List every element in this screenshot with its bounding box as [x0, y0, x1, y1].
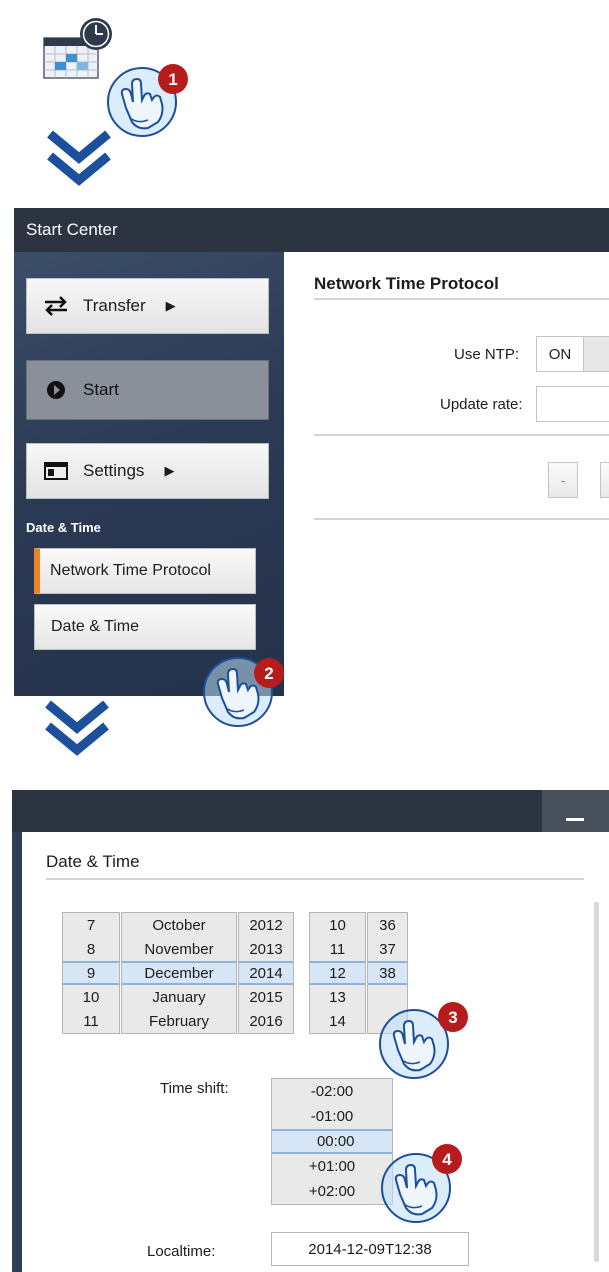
settings-button[interactable]: Settings ▶ — [26, 443, 269, 499]
use-ntp-off-button[interactable] — [583, 336, 609, 372]
year-option-selected[interactable]: 2014 — [239, 961, 293, 985]
chevron-right-icon: ▶ — [165, 298, 176, 313]
sidebar-item-ntp[interactable]: Network Time Protocol — [34, 548, 256, 594]
time-shift-label: Time shift: — [160, 1080, 229, 1097]
day-option[interactable]: 10 — [63, 985, 119, 1009]
start-center-window: Start Center Transfer ▶ Start Settings ▶… — [14, 208, 609, 696]
page-title: Date & Time — [46, 852, 140, 871]
date-time-content: Date & Time — [22, 832, 609, 1272]
play-icon — [43, 380, 69, 400]
callout-badge-1: 1 — [158, 64, 188, 94]
day-option-selected[interactable]: 9 — [63, 961, 119, 985]
callout-badge-4: 4 — [432, 1144, 462, 1174]
svg-text:3: 3 — [448, 1008, 457, 1027]
scrollbar[interactable] — [594, 902, 599, 1262]
divider — [46, 878, 584, 880]
hour-option[interactable]: 11 — [310, 937, 365, 961]
day-picker[interactable]: 7 8 9 10 11 — [62, 912, 120, 1034]
hour-option-selected[interactable]: 12 — [310, 961, 365, 985]
year-option[interactable]: 2015 — [239, 985, 293, 1009]
time-shift-option[interactable]: -01:00 — [272, 1104, 392, 1129]
ntp-content: Network Time Protocol Use NTP: ON Update… — [284, 252, 609, 696]
month-picker[interactable]: October November December January Februa… — [121, 912, 237, 1034]
month-option[interactable]: February — [122, 1009, 236, 1033]
use-ntp-on-button[interactable]: ON — [536, 336, 584, 372]
divider — [314, 298, 609, 300]
step-arrow-icon — [45, 700, 109, 756]
chevron-right-icon: ▶ — [164, 463, 175, 478]
callout-badge-2: 2 — [254, 658, 284, 688]
sidebar-section-title: Date & Time — [26, 520, 101, 535]
year-option[interactable]: 2012 — [239, 913, 293, 937]
month-option-selected[interactable]: December — [122, 961, 236, 985]
settings-label: Settings — [83, 461, 145, 480]
window-titlebar — [12, 790, 609, 832]
month-option[interactable]: November — [122, 937, 236, 961]
minimize-icon — [566, 818, 584, 821]
use-ntp-label: Use NTP: — [454, 346, 520, 363]
minus-button[interactable]: - — [548, 462, 578, 498]
svg-text:1: 1 — [168, 70, 177, 89]
minute-option[interactable]: 36 — [368, 913, 407, 937]
hour-picker[interactable]: 10 11 12 13 14 — [309, 912, 366, 1034]
localtime-label: Localtime: — [147, 1243, 216, 1260]
minute-option[interactable]: 37 — [368, 937, 407, 961]
transfer-label: Transfer — [83, 296, 146, 315]
day-option[interactable]: 11 — [63, 1009, 119, 1033]
settings-panel-icon — [43, 461, 69, 481]
localtime-field[interactable]: 2014-12-09T12:38 — [271, 1232, 469, 1266]
minimize-button[interactable] — [542, 790, 609, 832]
start-label: Start — [83, 380, 119, 399]
year-picker[interactable]: 2012 2013 2014 2015 2016 — [238, 912, 294, 1034]
month-option[interactable]: January — [122, 985, 236, 1009]
start-button[interactable]: Start — [26, 360, 269, 420]
sidebar: Transfer ▶ Start Settings ▶ Date & Time … — [14, 252, 284, 696]
step-arrow-icon — [47, 130, 111, 186]
hour-option[interactable]: 13 — [310, 985, 365, 1009]
minute-option-selected[interactable]: 38 — [368, 961, 407, 985]
hour-option[interactable]: 10 — [310, 913, 365, 937]
divider — [314, 434, 609, 436]
sidebar-item-date-time[interactable]: Date & Time — [34, 604, 256, 650]
day-option[interactable]: 7 — [63, 913, 119, 937]
day-option[interactable]: 8 — [63, 937, 119, 961]
window-title: Start Center — [14, 208, 609, 252]
plus-button[interactable] — [600, 462, 609, 498]
transfer-icon — [43, 296, 69, 316]
callout-badge-3: 3 — [438, 1002, 468, 1032]
svg-text:4: 4 — [442, 1150, 452, 1169]
divider — [314, 518, 609, 520]
transfer-button[interactable]: Transfer ▶ — [26, 278, 269, 334]
month-option[interactable]: October — [122, 913, 236, 937]
update-rate-label: Update rate: — [440, 396, 523, 413]
year-option[interactable]: 2016 — [239, 1009, 293, 1033]
hour-option[interactable]: 14 — [310, 1009, 365, 1033]
year-option[interactable]: 2013 — [239, 937, 293, 961]
svg-text:2: 2 — [264, 664, 273, 683]
update-rate-input[interactable] — [536, 386, 609, 422]
sidebar-edge — [12, 832, 22, 1272]
page-title: Network Time Protocol — [314, 274, 499, 293]
